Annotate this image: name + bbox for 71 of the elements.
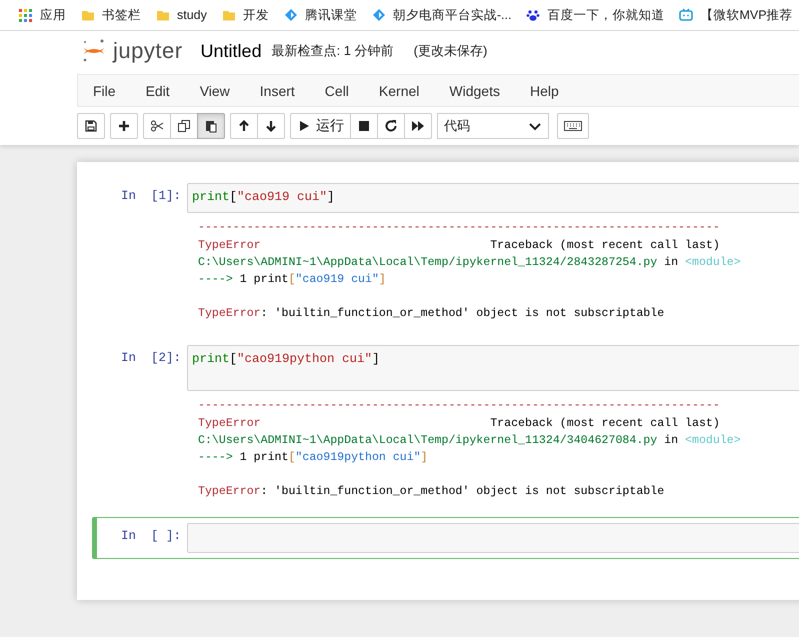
tv-icon — [679, 8, 694, 22]
arrow-down-icon — [264, 119, 278, 133]
menu-item[interactable]: Cell — [314, 82, 360, 98]
paw-icon — [526, 8, 540, 22]
logo-text: jupyter — [113, 38, 183, 64]
code-input[interactable] — [187, 523, 799, 553]
bookmark-link[interactable]: 百度一下，你就知道 — [547, 6, 664, 24]
bookmark-link[interactable]: 开发 — [242, 6, 269, 24]
toolbar-button[interactable] — [143, 113, 171, 139]
scissors-icon — [150, 119, 164, 133]
fast-forward-icon — [411, 119, 425, 133]
traceback-rule: --------------------------------------------------------------------------- — [198, 400, 721, 412]
refresh-icon — [384, 119, 398, 133]
notebook-cell[interactable]: In [ ]: — [92, 517, 799, 559]
output-line: ----> 1 print[″cao919python cui″] — [198, 450, 429, 466]
bookmark-link[interactable]: study — [177, 8, 207, 22]
bookmark-link[interactable]: 应用 — [40, 6, 66, 24]
toolbar-button[interactable] — [110, 113, 138, 139]
keyboard-icon — [564, 120, 582, 132]
copy-icon — [177, 119, 191, 133]
menu-item[interactable]: Edit — [134, 82, 181, 98]
diamond-icon — [372, 8, 386, 22]
traceback-rule: --------------------------------------------------------------------------- — [198, 222, 721, 234]
cell-type-dropdown[interactable]: 代码 — [437, 113, 549, 139]
folder-icon — [156, 8, 170, 22]
jupyter-logo-icon — [81, 38, 107, 64]
checkpoint-status: 最新检查点: 1 分钟前 — [272, 42, 394, 60]
menu-item[interactable]: Insert — [248, 82, 306, 98]
toolbar-button[interactable]: 运行 — [290, 113, 351, 139]
input-prompt: In [1]: — [120, 188, 182, 203]
menu-item[interactable]: View — [188, 82, 241, 98]
grid-icon — [18, 8, 33, 22]
code-input[interactable]: print[″cao919 cui″] — [187, 183, 799, 213]
toolbar-button[interactable] — [197, 113, 225, 139]
output-line: C:\Users\ADMINI~1\AppData\Local\Temp/ipykernel_11324/3404627084.py in <module> — [198, 433, 742, 449]
toolbar-button[interactable] — [377, 113, 405, 139]
notebook-name[interactable]: Untitled — [200, 40, 262, 62]
arrow-up-icon — [237, 119, 251, 133]
output-line: TypeError: 'builtin_function_or_method' object is not subscriptable — [198, 306, 666, 322]
menu-item[interactable]: Widgets — [438, 82, 511, 98]
output-line: TypeError Traceback (most recent call last) — [198, 416, 721, 432]
toolbar-button[interactable] — [230, 113, 258, 139]
menu-item[interactable]: Help — [518, 82, 570, 98]
stop-icon — [357, 119, 371, 133]
code-input[interactable]: print[″cao919python cui″] — [187, 345, 799, 391]
output-line: TypeError Traceback (most recent call last) — [198, 238, 721, 254]
folder-icon — [81, 8, 95, 22]
bookmark-link[interactable]: 书签栏 — [102, 6, 141, 24]
bookmark-link[interactable]: 朝夕电商平台实战-... — [392, 6, 512, 24]
output-line: C:\Users\ADMINI~1\AppData\Local\Temp/ipykernel_11324/2843287254.py in <module> — [198, 255, 742, 271]
toolbar-button[interactable] — [350, 113, 378, 139]
plus-icon — [117, 119, 131, 133]
toolbar-button[interactable] — [404, 113, 432, 139]
bookmark-link[interactable]: 【微软MVP推荐 — [700, 6, 793, 24]
menu-item[interactable]: Kernel — [368, 82, 430, 98]
input-prompt: In [2]: — [120, 350, 182, 365]
save-icon — [84, 119, 98, 133]
keyboard-button[interactable] — [557, 113, 589, 139]
diamond-icon — [284, 8, 298, 22]
output-line: ----> 1 print[″cao919 cui″] — [198, 272, 387, 288]
folder-icon — [222, 8, 236, 22]
output-line: TypeError: 'builtin_function_or_method' object is not subscriptable — [198, 484, 666, 500]
save-status: (更改未保存) — [414, 42, 488, 60]
bookmark-link[interactable]: 腾讯课堂 — [304, 6, 357, 24]
input-prompt: In [ ]: — [120, 528, 182, 543]
toolbar-button[interactable] — [170, 113, 198, 139]
menu-item[interactable]: File — [82, 82, 127, 98]
toolbar-button[interactable] — [77, 113, 105, 139]
play-icon — [297, 119, 311, 133]
toolbar-button[interactable] — [257, 113, 285, 139]
clipboard-icon — [204, 119, 218, 133]
